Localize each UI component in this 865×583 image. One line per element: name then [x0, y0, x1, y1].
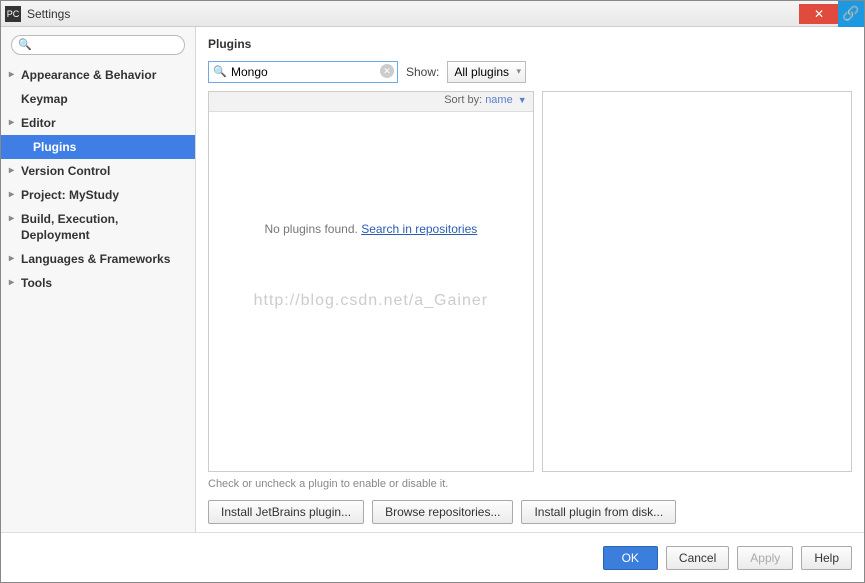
ok-button[interactable]: OK	[603, 546, 658, 570]
main-panel: Plugins 🔍 ✕ Show: All plugins Sort by: n…	[196, 27, 864, 532]
sidebar-item-version-control[interactable]: Version Control	[1, 159, 195, 183]
sidebar-item-editor[interactable]: Editor	[1, 111, 195, 135]
show-dropdown[interactable]: All plugins	[447, 61, 526, 83]
sidebar-item-label: Keymap	[21, 92, 68, 106]
install-jetbrains-button[interactable]: Install JetBrains plugin...	[208, 500, 364, 524]
sidebar-item-label: Plugins	[33, 140, 76, 154]
panels: Sort by: name ▼ No plugins found. Search…	[208, 91, 852, 472]
app-icon: PC	[5, 6, 21, 22]
sidebar-item-tools[interactable]: Tools	[1, 271, 195, 295]
sidebar-item-label: Editor	[21, 116, 56, 130]
show-value: All plugins	[454, 65, 509, 79]
link-icon[interactable]: 🔗	[838, 1, 864, 27]
sidebar-tree: Appearance & Behavior Keymap Editor Plug…	[1, 63, 195, 295]
settings-window: PC Settings ✕ 🔗 🔍 Appearance & Behavior …	[0, 0, 865, 583]
sidebar-item-languages[interactable]: Languages & Frameworks	[1, 247, 195, 271]
watermark: http://blog.csdn.net/a_Gainer	[209, 292, 533, 310]
sidebar-item-appearance[interactable]: Appearance & Behavior	[1, 63, 195, 87]
plugin-search: 🔍 ✕	[208, 61, 398, 83]
sidebar-item-label: Tools	[21, 276, 52, 290]
sidebar-item-project[interactable]: Project: MyStudy	[1, 183, 195, 207]
show-label: Show:	[406, 65, 439, 79]
action-row: Install JetBrains plugin... Browse repos…	[208, 500, 852, 524]
sort-bar[interactable]: Sort by: name ▼	[209, 92, 533, 112]
sort-label: Sort by:	[444, 94, 482, 106]
search-row: 🔍 ✕ Show: All plugins	[208, 61, 852, 83]
sidebar-item-build[interactable]: Build, Execution, Deployment	[1, 207, 195, 247]
hint-text: Check or uncheck a plugin to enable or d…	[208, 478, 852, 490]
browse-repositories-button[interactable]: Browse repositories...	[372, 500, 513, 524]
sidebar-item-keymap[interactable]: Keymap	[1, 87, 195, 111]
sort-value: name	[485, 94, 513, 106]
close-button[interactable]: ✕	[799, 4, 839, 24]
sidebar-item-label: Build, Execution, Deployment	[21, 212, 118, 242]
footer: OK Cancel Apply Help	[1, 532, 864, 582]
sidebar-item-label: Project: MyStudy	[21, 188, 119, 202]
sidebar-item-label: Languages & Frameworks	[21, 252, 170, 266]
empty-message: No plugins found. Search in repositories	[209, 222, 533, 236]
page-title: Plugins	[208, 37, 852, 51]
sidebar-item-plugins[interactable]: Plugins	[1, 135, 195, 159]
sidebar-search-input[interactable]	[11, 35, 185, 55]
plugin-list-panel: Sort by: name ▼ No plugins found. Search…	[208, 91, 534, 472]
clear-icon[interactable]: ✕	[380, 64, 394, 78]
window-title: Settings	[27, 7, 799, 21]
empty-text: No plugins found.	[264, 222, 357, 236]
sidebar-item-label: Version Control	[21, 164, 110, 178]
sidebar-item-label: Appearance & Behavior	[21, 68, 156, 82]
cancel-button[interactable]: Cancel	[666, 546, 729, 570]
apply-button[interactable]: Apply	[737, 546, 793, 570]
search-icon: 🔍	[213, 65, 227, 78]
sidebar: 🔍 Appearance & Behavior Keymap Editor Pl…	[1, 27, 196, 532]
titlebar: PC Settings ✕ 🔗	[1, 1, 864, 27]
body-area: 🔍 Appearance & Behavior Keymap Editor Pl…	[1, 27, 864, 532]
plugin-search-input[interactable]	[208, 61, 398, 83]
help-button[interactable]: Help	[801, 546, 852, 570]
chevron-down-icon: ▼	[518, 95, 527, 105]
search-repositories-link[interactable]: Search in repositories	[361, 222, 477, 236]
install-from-disk-button[interactable]: Install plugin from disk...	[521, 500, 676, 524]
search-icon: 🔍	[18, 38, 32, 51]
plugin-detail-panel	[542, 91, 852, 472]
sidebar-search: 🔍	[11, 35, 185, 55]
